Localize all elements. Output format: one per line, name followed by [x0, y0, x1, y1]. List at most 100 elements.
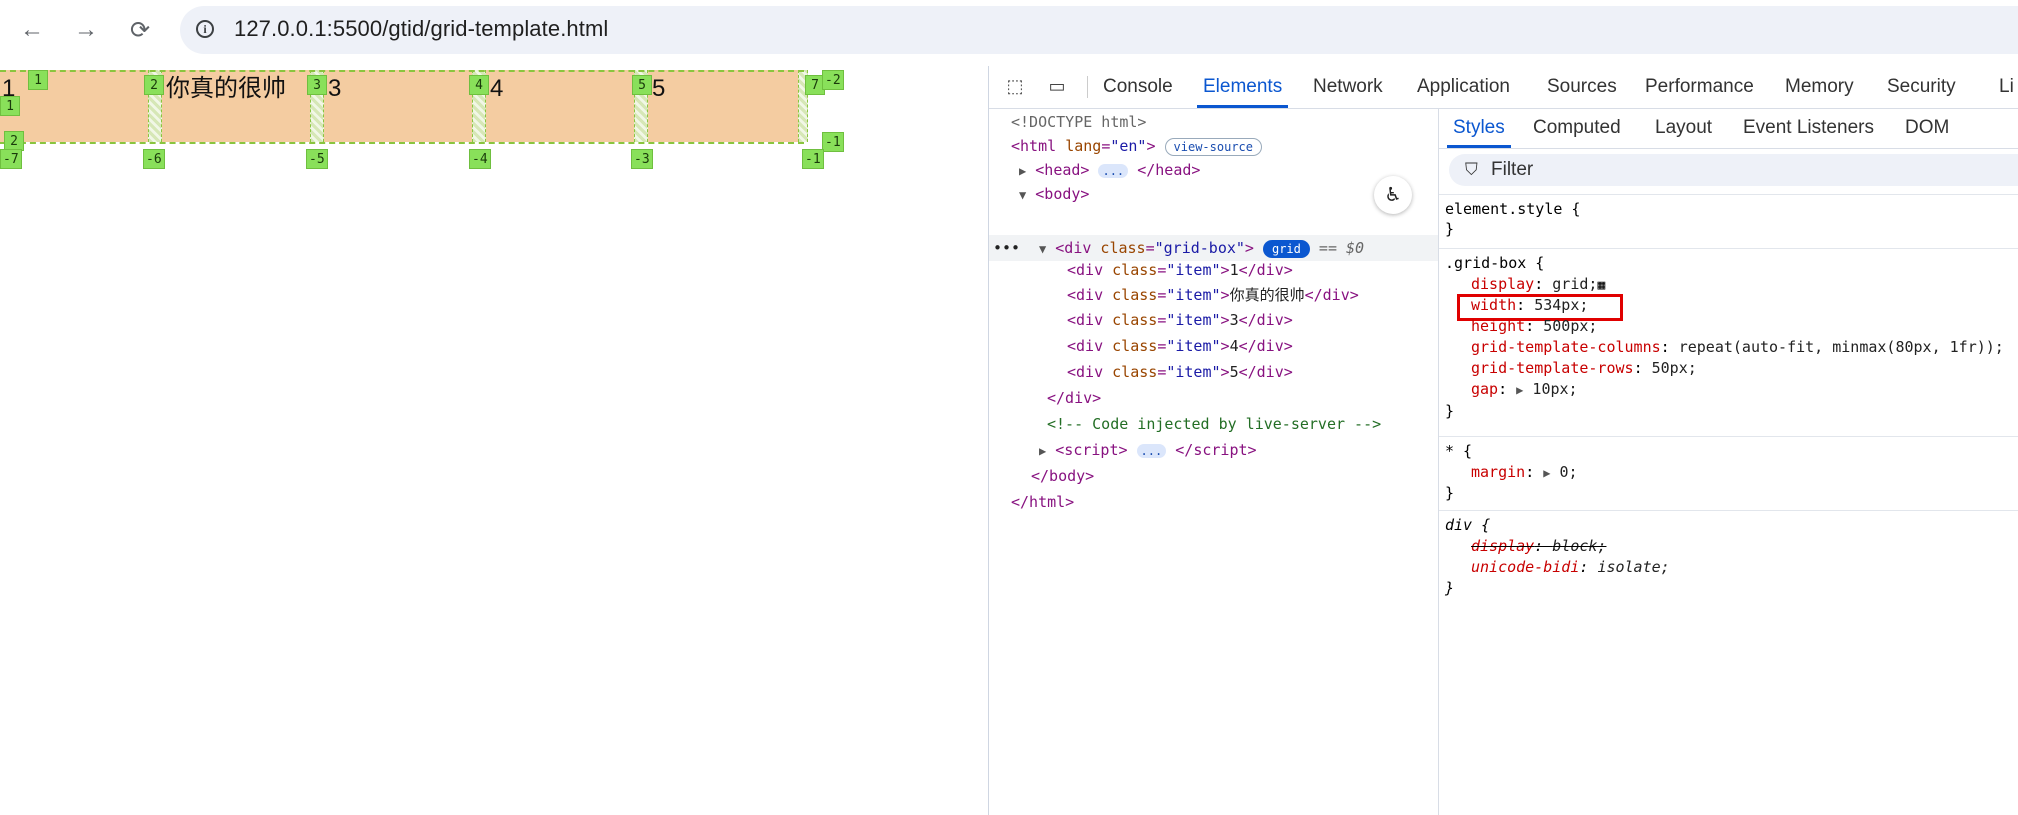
item-text: 5 — [652, 75, 666, 102]
expand-triangle-icon[interactable]: ▶ — [1019, 164, 1026, 178]
info-icon[interactable]: i — [196, 20, 214, 38]
tag-close: </div> — [1047, 389, 1102, 407]
collapse-triangle-icon[interactable]: ▼ — [1039, 242, 1046, 256]
tab-memory[interactable]: Memory — [1785, 66, 1854, 108]
css-value: isolate; — [1597, 558, 1670, 576]
tab-network[interactable]: Network — [1313, 66, 1383, 108]
attr-value: "grid-box" — [1154, 239, 1245, 257]
node-text: 3 — [1229, 311, 1239, 329]
css-value: 50px; — [1651, 359, 1697, 377]
tab-application[interactable]: Application — [1417, 66, 1510, 108]
grid-box-node[interactable]: ▼ <div class="grid-box"> grid == $0 — [1039, 236, 1364, 260]
grid-editor-icon[interactable]: ▦ — [1597, 278, 1605, 293]
css-declaration[interactable]: width: 534px; — [1471, 295, 1588, 316]
grid-item-4: 4 — [486, 70, 634, 142]
item-text: 3 — [328, 75, 342, 102]
css-declaration: display: block; — [1471, 537, 1607, 555]
collapse-triangle-icon[interactable]: ▼ — [1019, 188, 1026, 202]
tag-name: html — [1020, 137, 1057, 155]
css-value: block; — [1552, 537, 1607, 555]
styles-pane: Styles Computed Layout Event Listeners D… — [1439, 108, 2018, 815]
attr-name: class — [1112, 311, 1158, 329]
css-value: repeat(auto-fit, minmax(80px, 1fr)); — [1678, 338, 2004, 356]
css-property: grid-template-columns — [1471, 338, 1661, 356]
doctype-text: <!DOCTYPE html> — [1011, 113, 1147, 131]
expand-triangle-icon[interactable]: ▶ — [1543, 466, 1550, 480]
page-viewport: 1 你真的很帅 3 4 5 1 2 3 4 5 7 1 2 -2 -1 -7 -… — [0, 66, 988, 815]
attr-value: "en" — [1110, 137, 1147, 155]
grid-line-label: 1 — [28, 70, 48, 90]
inspect-element-icon[interactable]: ⬚ — [1003, 76, 1027, 98]
filter-icon: ⛉ — [1465, 160, 1478, 179]
selected-marker: == $0 — [1318, 239, 1365, 257]
grid-line-label: -1 — [802, 149, 824, 169]
css-declaration[interactable]: height: 500px; — [1471, 316, 1597, 337]
expand-triangle-icon[interactable]: ▶ — [1516, 383, 1523, 397]
body-node[interactable]: ▼ <body> — [1019, 182, 1089, 206]
css-property: unicode-bidi — [1471, 558, 1580, 576]
body-close-node[interactable]: </body> — [1031, 464, 1094, 488]
css-declaration[interactable]: gap: ▶ 10px; — [1471, 379, 1578, 400]
user-agent-div-rule: div { display: block; unicode-bidi: isol… — [1439, 510, 2018, 607]
div-close-node[interactable]: </div> — [1047, 386, 1101, 410]
item-node[interactable]: <div class="item">1</div> — [1067, 258, 1293, 282]
browser-toolbar: ← → ⟳ i 127.0.0.1:5500/gtid/grid-templat… — [0, 0, 2018, 62]
item-node[interactable]: <div class="item">你真的很帅</div> — [1067, 283, 1359, 307]
tag-name: body — [1044, 185, 1081, 203]
rule-close: } — [1445, 220, 1455, 238]
css-property: display — [1471, 537, 1535, 555]
item-text: 4 — [490, 75, 504, 102]
head-node[interactable]: ▶ <head> ... </head> — [1019, 158, 1200, 182]
html-close-node[interactable]: </html> — [1011, 490, 1074, 514]
css-value: grid; — [1552, 275, 1598, 293]
html-node[interactable]: <html lang="en"> view-source — [1011, 134, 1263, 158]
css-property: margin — [1471, 463, 1526, 481]
doctype-line[interactable]: <!DOCTYPE html> — [1011, 110, 1146, 134]
grid-badge[interactable]: grid — [1262, 240, 1310, 258]
tab-event-listeners[interactable]: Event Listeners — [1743, 108, 1874, 148]
tab-overflow[interactable]: Li — [1999, 66, 2014, 108]
tab-computed[interactable]: Computed — [1533, 108, 1621, 148]
grid-line-label: 5 — [632, 75, 652, 95]
grid-box-rule: .grid-box { display: grid;▦ width: 534px… — [1439, 248, 2018, 435]
comment-node[interactable]: <!-- Code injected by live-server --> — [1047, 412, 1381, 436]
tag-close: </div> — [1238, 337, 1293, 355]
tab-styles[interactable]: Styles — [1447, 108, 1511, 148]
rule-close: } — [1445, 484, 1455, 502]
tag-close: </div> — [1238, 311, 1293, 329]
forward-arrow-icon[interactable]: → — [72, 16, 100, 44]
tab-elements[interactable]: Elements — [1196, 66, 1289, 108]
collapsed-ellipsis[interactable]: ... — [1136, 444, 1167, 458]
grid-line-label: -3 — [631, 149, 653, 169]
css-declaration[interactable]: grid-template-rows: 50px; — [1471, 358, 1697, 379]
script-node[interactable]: ▶ <script> ... </script> — [1039, 438, 1257, 462]
tab-performance[interactable]: Performance — [1645, 66, 1754, 108]
item-node[interactable]: <div class="item">5</div> — [1067, 360, 1293, 384]
css-property: height — [1471, 317, 1526, 335]
css-declaration[interactable]: display: grid;▦ — [1471, 274, 1605, 295]
collapsed-ellipsis[interactable]: ... — [1098, 164, 1129, 178]
node-text: 4 — [1229, 337, 1239, 355]
tag-close: </div> — [1304, 286, 1359, 304]
tab-layout[interactable]: Layout — [1655, 108, 1712, 148]
css-declaration[interactable]: margin: ▶ 0; — [1471, 462, 1578, 483]
reload-icon[interactable]: ⟳ — [126, 16, 154, 44]
tab-console[interactable]: Console — [1103, 66, 1173, 108]
back-arrow-icon[interactable]: ← — [18, 16, 46, 44]
item-node[interactable]: <div class="item">3</div> — [1067, 308, 1293, 332]
expand-triangle-icon[interactable]: ▶ — [1039, 444, 1046, 458]
css-declaration[interactable]: grid-template-columns: repeat(auto-fit, … — [1471, 337, 2004, 358]
css-property: width — [1471, 296, 1517, 314]
node-actions-icon[interactable]: ••• — [993, 236, 1020, 260]
view-source-badge[interactable]: view-source — [1164, 138, 1263, 156]
styles-filter-input[interactable]: ⛉ Filter — [1449, 154, 2018, 186]
grid-line-label: -2 — [822, 70, 844, 90]
tab-sources[interactable]: Sources — [1547, 66, 1617, 108]
accessibility-icon[interactable]: ♿ — [1374, 176, 1412, 214]
url-text[interactable]: 127.0.0.1:5500/gtid/grid-template.html — [234, 16, 608, 42]
grid-box: 1 你真的很帅 3 4 5 1 2 3 4 5 7 1 2 -2 -1 -7 -… — [0, 66, 844, 169]
item-node[interactable]: <div class="item">4</div> — [1067, 334, 1293, 358]
tag-name: head — [1155, 161, 1192, 179]
tab-security[interactable]: Security — [1887, 66, 1956, 108]
device-toggle-icon[interactable]: ▭ — [1045, 76, 1069, 98]
